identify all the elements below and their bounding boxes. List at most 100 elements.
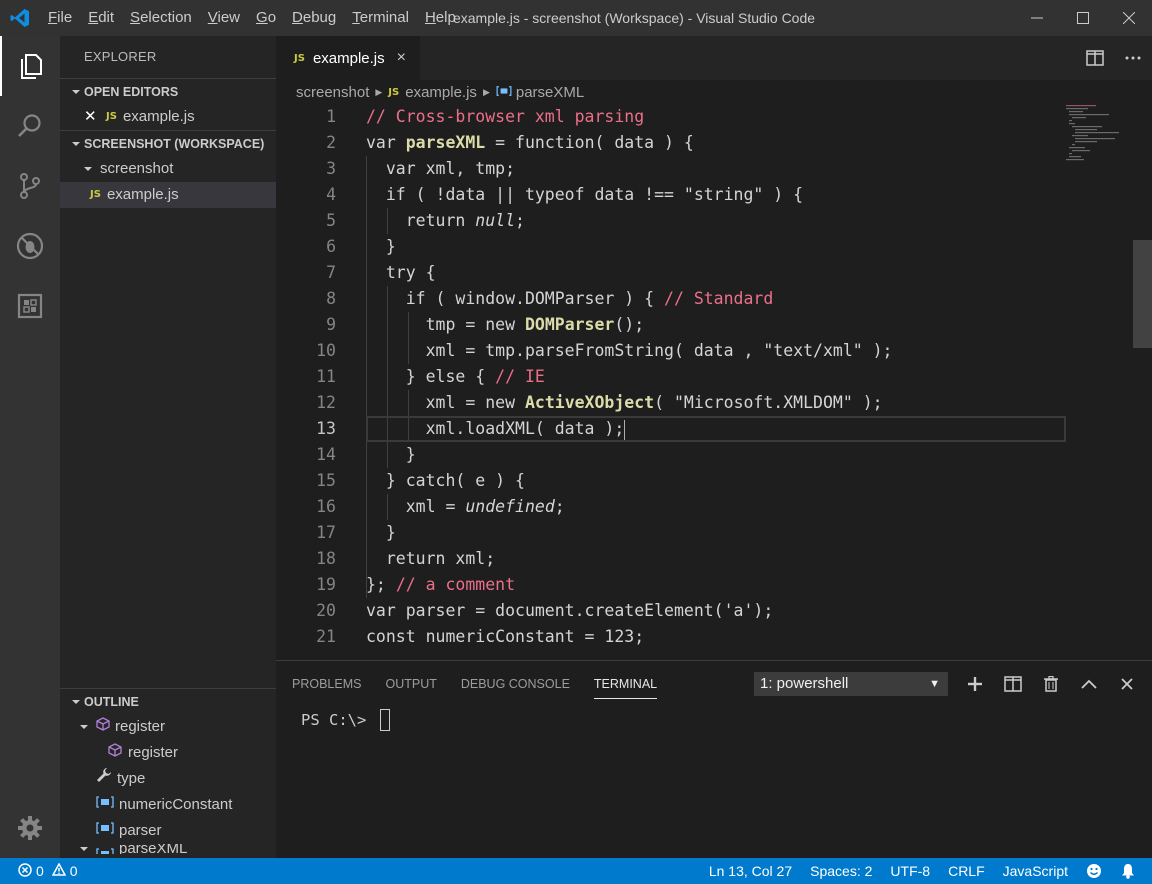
trash-icon[interactable] [1032, 669, 1070, 699]
code-line: 6 } [276, 234, 1066, 260]
problems-status[interactable]: 0 0 [0, 862, 78, 880]
variable-icon [496, 84, 512, 101]
close-panel-icon[interactable] [1108, 669, 1146, 699]
tab-terminal[interactable]: TERMINAL [593, 661, 658, 705]
terminal-content[interactable]: PS C:\> [301, 709, 390, 731]
menu-go[interactable]: Go [248, 0, 284, 36]
line-number: 5 [326, 211, 336, 230]
end-of-line[interactable]: CRLF [939, 858, 994, 884]
line-number: 15 [316, 471, 336, 490]
new-terminal-icon[interactable] [956, 669, 994, 699]
close-window-button[interactable] [1106, 0, 1152, 36]
menu-file[interactable]: File [40, 0, 80, 36]
search-icon[interactable] [0, 96, 60, 156]
js-file-icon: JS [90, 189, 101, 200]
split-editor-icon[interactable] [1076, 36, 1114, 80]
code-line: 4 if ( !data || typeof data !== "string"… [276, 182, 1066, 208]
status-right: Ln 13, Col 27 Spaces: 2 UTF-8 CRLF JavaS… [700, 858, 1152, 884]
variable-icon [96, 792, 114, 818]
breadcrumb-symbol[interactable]: parseXML [516, 84, 584, 101]
code-line: 15 } catch( e ) { [276, 468, 1066, 494]
code-text: return null; [366, 211, 525, 230]
chevron-down-icon [68, 87, 84, 97]
outline-item[interactable]: parseXML [60, 844, 276, 854]
code-line: 16 xml = undefined; [276, 494, 1066, 520]
scrollbar-thumb[interactable] [1133, 240, 1152, 348]
tab-problems[interactable]: PROBLEMS [292, 661, 361, 705]
debug-icon[interactable] [0, 216, 60, 276]
notifications-bell-icon[interactable] [1111, 858, 1152, 884]
editor-scrollbar[interactable] [1133, 104, 1152, 660]
outline-item[interactable]: register [60, 714, 276, 740]
code-text: var xml, tmp; [366, 159, 516, 178]
chevron-up-icon[interactable] [1070, 669, 1108, 699]
breadcrumb-folder[interactable]: screenshot [296, 84, 369, 101]
bottom-panel: PROBLEMS OUTPUT DEBUG CONSOLE TERMINAL 1… [276, 660, 1152, 858]
minimize-button[interactable] [1014, 0, 1060, 36]
code-line: 10 xml = tmp.parseFromString( data , "te… [276, 338, 1066, 364]
explorer-icon[interactable] [0, 36, 60, 96]
code-editor[interactable]: 1 // Cross-browser xml parsing 2 var parse… [276, 104, 1152, 660]
tab-debug-console[interactable]: DEBUG CONSOLE [461, 661, 570, 705]
maximize-button[interactable] [1060, 0, 1106, 36]
js-file-icon: JS [294, 52, 305, 64]
code-text: const numericConstant = 123; [366, 627, 645, 646]
terminal-cursor [379, 709, 390, 731]
minimap[interactable] [1066, 104, 1136, 164]
tab-example-js[interactable]: JS example.js × [276, 36, 420, 80]
code-line: 18 return xml; [276, 546, 1066, 572]
outline-item[interactable]: parser [60, 818, 276, 844]
encoding[interactable]: UTF-8 [881, 858, 939, 884]
line-number: 18 [316, 549, 336, 568]
code-line: 14 } [276, 442, 1066, 468]
warning-count: 0 [69, 863, 78, 879]
feedback-smiley-icon[interactable] [1077, 858, 1111, 884]
menu-edit[interactable]: Edit [80, 0, 122, 36]
chevron-down-icon [76, 844, 92, 854]
open-editor-label: example.js [122, 108, 195, 125]
open-editor-item[interactable]: ✕ JS example.js [60, 104, 276, 130]
folder-item[interactable]: screenshot [60, 156, 276, 182]
close-icon[interactable]: ✕ [84, 104, 100, 130]
extensions-icon[interactable] [0, 276, 60, 336]
code-line: 21 const numericConstant = 123; [276, 624, 1066, 650]
menu-selection[interactable]: Selection [122, 0, 200, 36]
workspace-header[interactable]: SCREENSHOT (WORKSPACE) [60, 130, 276, 156]
tab-output[interactable]: OUTPUT [385, 661, 436, 705]
cursor-position[interactable]: Ln 13, Col 27 [700, 858, 801, 884]
menu-debug[interactable]: Debug [284, 0, 344, 36]
breadcrumb-file[interactable]: example.js [405, 84, 477, 101]
code-text: tmp = new DOMParser(); [366, 315, 645, 334]
line-number: 7 [326, 263, 336, 282]
chevron-right-icon: ▶ [482, 86, 490, 97]
more-actions-icon[interactable] [1114, 36, 1152, 80]
close-icon[interactable]: × [397, 49, 406, 67]
line-number: 14 [316, 445, 336, 464]
line-number: 13 [316, 419, 336, 438]
menu-terminal[interactable]: Terminal [344, 0, 417, 36]
menu-help[interactable]: Help [417, 0, 464, 36]
menu-bar: File Edit Selection View Go Debug Termin… [40, 0, 464, 36]
variable-icon [96, 844, 114, 854]
editor-tabs: JS example.js × [276, 36, 1152, 80]
code-text: } catch( e ) { [366, 471, 525, 490]
code-line: 7 try { [276, 260, 1066, 286]
line-number: 6 [326, 237, 336, 256]
menu-view[interactable]: View [200, 0, 248, 36]
code-text: xml = tmp.parseFromString( data , "text/… [366, 341, 893, 360]
split-terminal-icon[interactable] [994, 669, 1032, 699]
status-bar: 0 0 Ln 13, Col 27 Spaces: 2 UTF-8 CRLF J… [0, 858, 1152, 884]
line-number: 10 [316, 341, 336, 360]
outline-item[interactable]: register [60, 740, 276, 766]
terminal-select[interactable]: 1: powershell ▼ [754, 672, 948, 696]
source-control-icon[interactable] [0, 156, 60, 216]
outline-item[interactable]: type [60, 766, 276, 792]
language-mode[interactable]: JavaScript [994, 858, 1077, 884]
indentation[interactable]: Spaces: 2 [801, 858, 881, 884]
settings-gear-icon[interactable] [0, 798, 60, 858]
open-editors-header[interactable]: OPEN EDITORS [60, 78, 276, 104]
outline-item[interactable]: numericConstant [60, 792, 276, 818]
chevron-down-icon [76, 722, 92, 732]
file-item[interactable]: JS example.js [60, 182, 276, 208]
outline-header[interactable]: OUTLINE [60, 688, 276, 714]
